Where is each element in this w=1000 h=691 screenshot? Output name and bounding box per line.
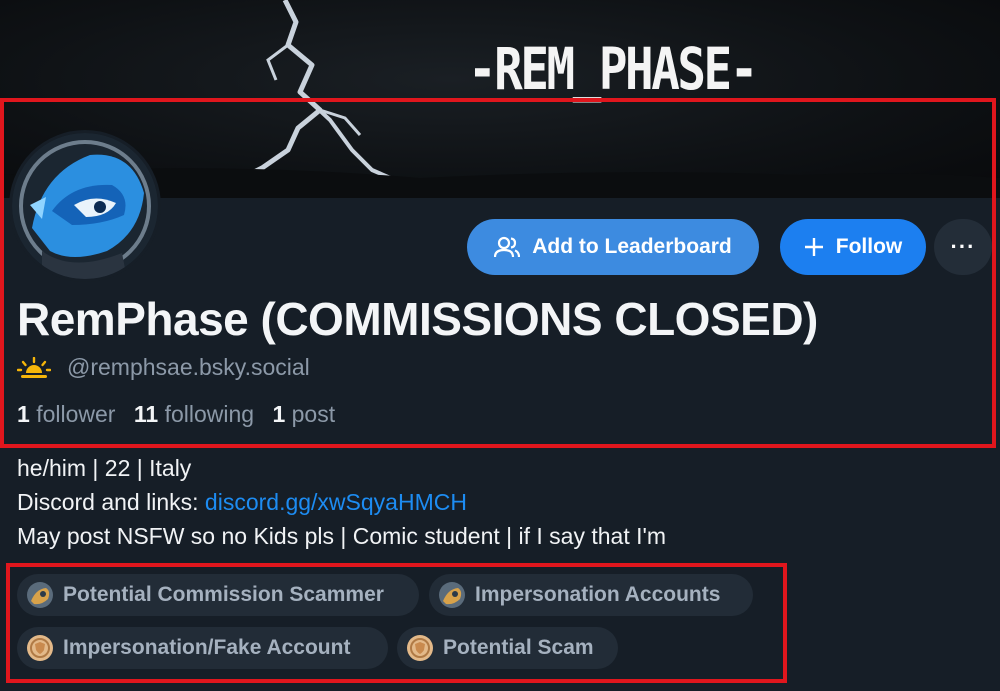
more-options-icon: ··· (950, 234, 976, 259)
label-potential-scam[interactable]: Potential Scam (397, 627, 618, 669)
followers-stat[interactable]: 1 follower (17, 401, 115, 427)
label-text: Impersonation Accounts (475, 583, 721, 606)
label-text: Impersonation/Fake Account (63, 636, 351, 659)
follow-button[interactable]: Follow (780, 219, 926, 275)
profile-bio: he/him | 22 | Italy Discord and links: d… (17, 451, 666, 553)
discord-link[interactable]: discord.gg/xwSqyaHMCH (205, 489, 467, 515)
handle-row: @remphsae.bsky.social (17, 354, 310, 381)
moderator-avatar-icon (438, 581, 466, 609)
bio-line: he/him | 22 | Italy (17, 455, 192, 481)
avatar-character-image (12, 133, 158, 279)
label-impersonation-accounts[interactable]: Impersonation Accounts (429, 574, 753, 616)
bio-line: May post NSFW so no Kids pls | Comic stu… (17, 523, 667, 549)
bio-line: Discord and links: discord.gg/xwSqyaHMCH (17, 485, 666, 519)
moderator-avatar-icon (26, 581, 54, 609)
sunrise-icon (17, 356, 51, 379)
bio-links-prefix: Discord and links: (17, 489, 205, 515)
add-to-leaderboard-button[interactable]: Add to Leaderboard (467, 219, 759, 275)
posts-count: 1 (272, 401, 286, 427)
display-name: RemPhase (COMMISSIONS CLOSED) (17, 293, 818, 345)
posts-label: post (291, 401, 336, 427)
avatar[interactable] (9, 130, 161, 282)
label-text: Potential Scam (443, 636, 594, 659)
plus-icon (804, 237, 824, 257)
profile-stats: 1 follower 11 following 1 post (17, 401, 347, 428)
shield-badge-icon (26, 634, 54, 662)
following-count: 11 (133, 401, 159, 427)
label-text: Potential Commission Scammer (63, 583, 384, 606)
profile-handle: @remphsae.bsky.social (67, 354, 310, 380)
shield-badge-icon (406, 634, 434, 662)
followers-label: follower (36, 401, 116, 427)
label-impersonation-fake-account[interactable]: Impersonation/Fake Account (17, 627, 388, 669)
posts-stat: 1 post (272, 401, 335, 427)
add-to-leaderboard-label: Add to Leaderboard (532, 235, 732, 258)
following-label: following (164, 401, 255, 427)
label-potential-commission-scammer[interactable]: Potential Commission Scammer (17, 574, 419, 616)
users-icon (494, 235, 521, 259)
following-stat[interactable]: 11 following (134, 401, 254, 427)
follow-label: Follow (835, 235, 903, 258)
followers-count: 1 (17, 401, 30, 427)
banner-title: -REM_PHASE- (468, 35, 758, 103)
more-options-button[interactable]: ··· (934, 219, 992, 275)
